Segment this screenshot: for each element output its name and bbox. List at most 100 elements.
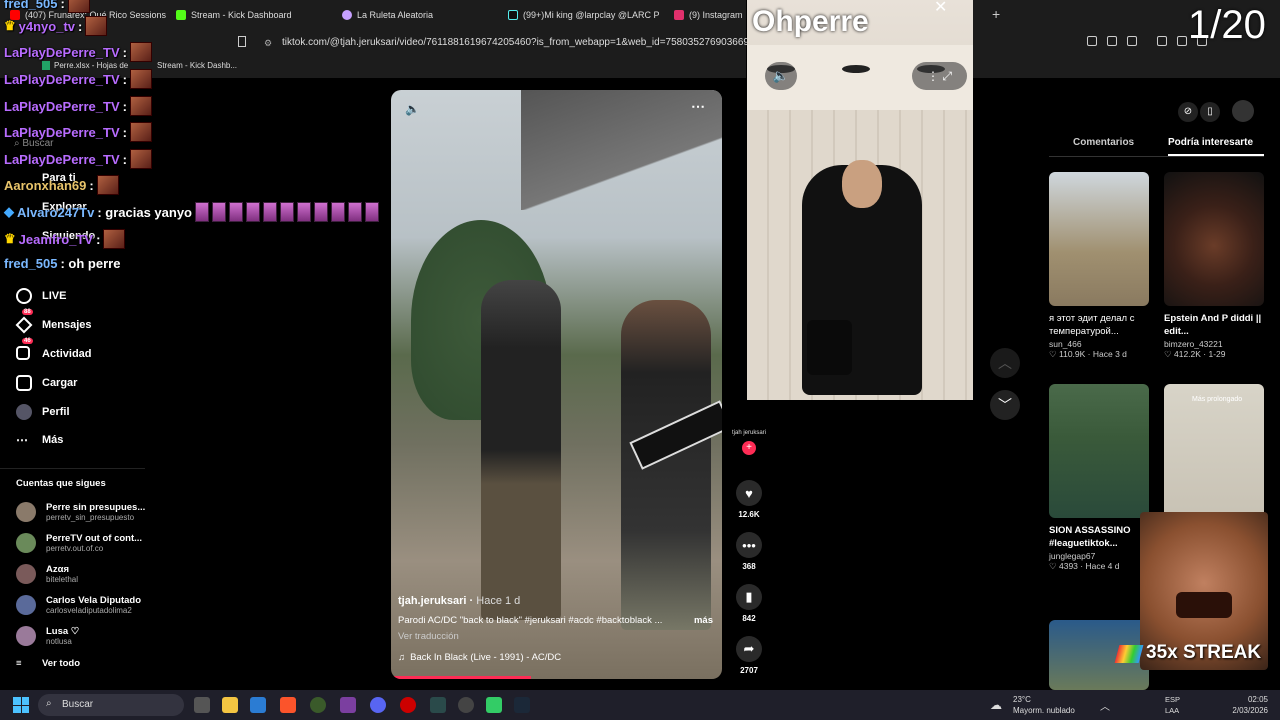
diamond-icon: ◆ [4, 204, 14, 219]
tab-podria-interesarte[interactable]: Podría interesarte [1168, 137, 1253, 148]
follow-plus-icon[interactable]: + [742, 441, 756, 455]
tab-comentarios[interactable]: Comentarios [1073, 137, 1134, 148]
opera-icon[interactable] [400, 697, 416, 713]
obs-icon[interactable] [458, 697, 474, 713]
lang-indicator[interactable]: ESP [1165, 695, 1180, 704]
translate-link[interactable]: Ver traducción [398, 631, 718, 642]
chat-username: LaPlayDePerre_TV [4, 98, 120, 114]
recommended-video-card[interactable]: я этот эдит делал с температурой... sun_… [1049, 172, 1149, 360]
webcam-volume-icon[interactable]: 🔈 [765, 62, 797, 90]
nav-actividad[interactable]: 46 Actividad [16, 338, 92, 362]
app-icon[interactable] [486, 697, 502, 713]
emote-icon [129, 122, 152, 142]
video-thumbnail [1164, 172, 1264, 306]
nav-mensajes[interactable]: 88 Mensajes [15, 309, 92, 334]
chat-message: : [89, 177, 94, 193]
weather-icon: ☁ [990, 698, 1002, 712]
avatar [16, 626, 36, 646]
streak-mouth [1176, 592, 1232, 618]
next-video-button[interactable]: ﹀ [990, 390, 1020, 420]
avatar-label: tjah jeruksari [732, 430, 767, 436]
media-icon[interactable] [1157, 36, 1167, 46]
screenshot-icon[interactable] [1127, 36, 1137, 46]
close-icon[interactable]: ✕ [934, 0, 947, 17]
emote-icon [85, 16, 108, 36]
like-button[interactable]: ♥ 12.6K [732, 480, 766, 519]
browser-tab[interactable]: (9) Instagram [664, 0, 744, 30]
more-options-icon[interactable]: ⋯ [691, 98, 705, 115]
messages-badge: 88 [22, 309, 33, 315]
compass-icon[interactable]: ⊘ [1178, 102, 1198, 122]
taskbar-search[interactable]: ⌕ Buscar [38, 694, 184, 716]
crown-icon: ♛ [4, 18, 16, 33]
chat-username: Aaronxhan69 [4, 177, 87, 193]
mail-icon[interactable] [250, 697, 266, 713]
following-item[interactable]: PerreTV out of cont... perretv.out.of.co [16, 533, 142, 553]
chat-line: ◆ Alvaro247Tv: gracias yanyo [4, 202, 379, 222]
nav-label: Actividad [42, 348, 92, 360]
windows-start-icon[interactable] [13, 697, 29, 713]
nav-live[interactable]: LIVE [16, 288, 66, 304]
comment-button[interactable]: ••• 368 [732, 532, 766, 571]
previous-video-button[interactable]: ︿ [990, 348, 1020, 378]
volume-icon[interactable]: 🔈 [405, 102, 420, 116]
nav-perfil[interactable]: Perfil [16, 404, 70, 420]
new-tab-button[interactable]: + [992, 6, 1000, 22]
clock-time[interactable]: 02:05 [1218, 695, 1268, 704]
video-scene-person [481, 280, 561, 620]
windows-taskbar: ⌕ Buscar ☁ 23°C Mayorm. nublado ︿ ESP LA… [0, 690, 1280, 720]
account-name: Azαя [46, 564, 69, 575]
app-icon[interactable] [430, 697, 446, 713]
tray-chevron-icon[interactable]: ︿ [1100, 698, 1110, 713]
video-author[interactable]: tjah.jeruksari [398, 595, 466, 607]
search-icon: ⌕ [46, 698, 52, 709]
chat-username: fred_505 [4, 0, 58, 11]
video-time: Hace 1 d [476, 595, 521, 607]
app-icon[interactable] [340, 697, 356, 713]
discord-icon[interactable] [370, 697, 386, 713]
video-player[interactable]: 🔈 ⋯ [391, 90, 722, 679]
video-progress-bar[interactable] [391, 676, 531, 679]
following-item[interactable]: Lusa ♡ notlusa [16, 626, 79, 646]
brave-icon[interactable] [280, 697, 296, 713]
video-music[interactable]: Back In Black (Live - 1991) - AC/DC [410, 652, 561, 663]
profile-avatar[interactable] [1232, 100, 1254, 122]
device-icon[interactable]: ▯ [1200, 102, 1220, 122]
chat-username: fred_505 [4, 256, 58, 271]
nav-cargar[interactable]: Cargar [16, 375, 77, 391]
recommended-video-card[interactable]: Más prolongado [1164, 384, 1264, 518]
recommended-video-card[interactable]: Epstein And P diddi || edit... bimzero_4… [1164, 172, 1264, 360]
following-item[interactable]: Carlos Vela Diputado carlosveladiputadoli… [16, 595, 141, 615]
author-avatar[interactable]: tjah jeruksari + [732, 430, 766, 455]
puzzle-icon[interactable] [1107, 36, 1117, 46]
emote-icon [103, 229, 126, 249]
weather-temp: 23°C [1013, 695, 1031, 704]
save-button[interactable]: ▮ 842 [732, 584, 766, 623]
following-item[interactable]: Azαя bitelethal [16, 564, 78, 584]
see-all-link[interactable]: ≡ Ver todo [16, 658, 80, 669]
chat-message: : [122, 98, 127, 114]
more-link[interactable]: más [694, 615, 713, 626]
activity-badge: 46 [22, 338, 33, 344]
webcam-options-icon[interactable]: ⋮ ⤢ [912, 62, 967, 90]
share-button[interactable]: ➦ 2707 [732, 636, 766, 675]
task-view-icon[interactable] [194, 697, 210, 713]
recommended-video-card[interactable]: SION ASSASSINO #leaguetiktok... junglega… [1049, 384, 1149, 572]
heart-outline-icon: ♡ [1164, 348, 1172, 359]
sidebar-icon[interactable] [1177, 36, 1187, 46]
clock-date[interactable]: 2/03/2026 [1218, 706, 1268, 715]
nav-label: Mensajes [42, 319, 92, 331]
account-handle: perretv.out.of.co [46, 544, 104, 553]
account-name: Carlos Vela Diputado [46, 595, 142, 606]
chat-message: : [122, 44, 127, 60]
share-icon: ➦ [736, 636, 762, 662]
file-explorer-icon[interactable] [222, 697, 238, 713]
app-icon[interactable] [310, 697, 326, 713]
emote-icon [296, 202, 311, 222]
pride-flag-icon [1114, 645, 1144, 663]
steam-icon[interactable] [514, 697, 530, 713]
following-item[interactable]: Perre sin presupues... perretv_sin_presup… [16, 502, 145, 522]
extensions-icon[interactable] [1087, 36, 1097, 46]
browser-tab[interactable]: (99+)Mi king @larpclay @LARC P [498, 0, 664, 30]
nav-mas[interactable]: ⋯ Más [16, 433, 63, 447]
